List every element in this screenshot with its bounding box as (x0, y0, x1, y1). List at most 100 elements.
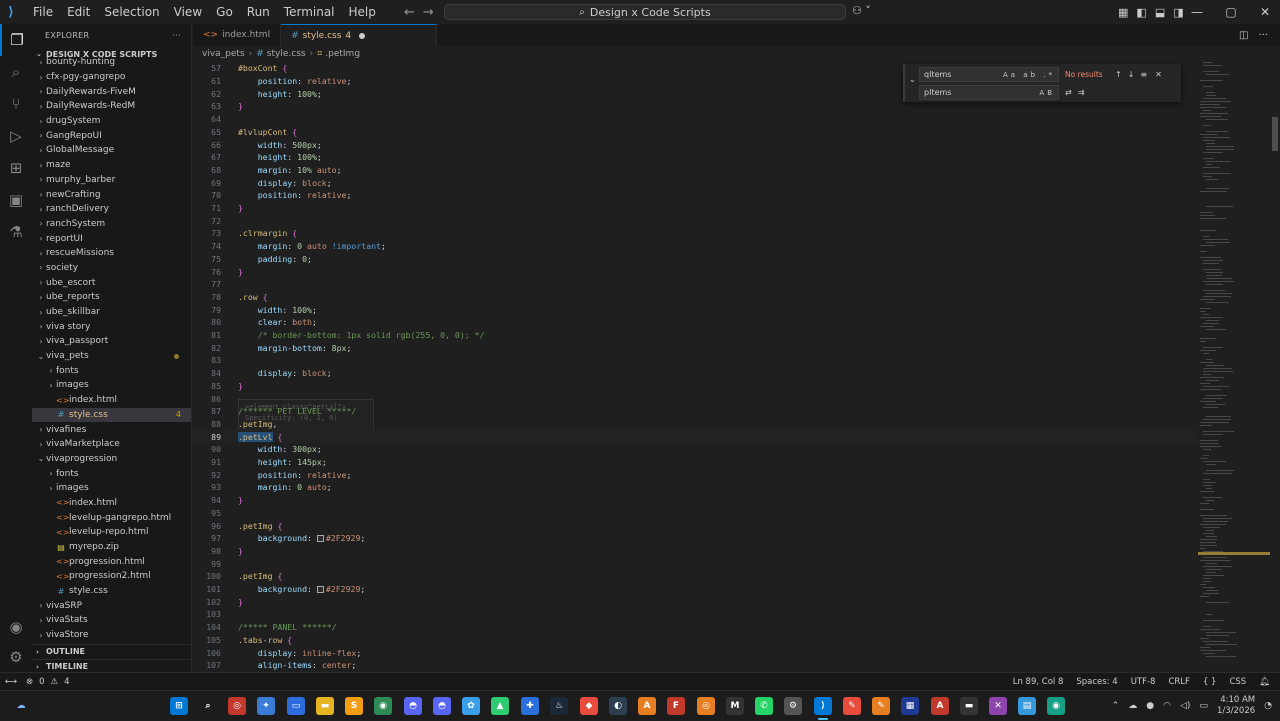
end-of-line[interactable]: CRLF (1168, 677, 1189, 687)
code-line[interactable]: 86 (193, 392, 1198, 405)
code-line[interactable]: 90 width: 300px; (193, 443, 1198, 456)
app-icon[interactable]: ✿ (462, 697, 480, 715)
breadcrumb-file[interactable]: style.css (267, 49, 306, 59)
code-line[interactable]: 85} (193, 380, 1198, 393)
tree-item[interactable]: › GlobalMessage (32, 143, 191, 158)
tree-item[interactable]: › images (32, 378, 191, 393)
tree-item[interactable]: # style.css (32, 584, 191, 599)
menu-help[interactable]: Help (342, 0, 383, 24)
code-editor[interactable]: <element class="petLvl"> Specificity: (0… (193, 62, 1198, 672)
app-icon[interactable]: ▤ (1018, 697, 1036, 715)
tray-app-icon[interactable]: ☁ (1128, 701, 1137, 711)
code-line[interactable]: 77 (193, 278, 1198, 291)
app-icon[interactable]: ◐ (609, 697, 627, 715)
tree-item[interactable]: ⌄ vivaprogression (32, 452, 191, 467)
minimize-icon[interactable]: — (1180, 5, 1214, 19)
vertical-scrollbar[interactable] (1270, 62, 1280, 672)
tree-item[interactable]: <> index.html (32, 496, 191, 511)
code-line[interactable]: 79 width: 100%; (193, 303, 1198, 316)
tree-item[interactable]: <> levelup-gangrepo.html (32, 510, 191, 525)
tab-index-html[interactable]: <> index.html (193, 24, 282, 46)
code-line[interactable]: 73 .clrmargin { (193, 227, 1198, 240)
app-icon[interactable]: ✎ (872, 697, 890, 715)
vscode-icon[interactable]: ⟩ (814, 697, 832, 715)
menu-edit[interactable]: Edit (60, 0, 97, 24)
tree-item[interactable]: › GangRepoUI (32, 128, 191, 143)
account-icon[interactable]: ◉ (0, 612, 32, 642)
battery-icon[interactable]: ▭ (1199, 701, 1208, 711)
tree-item[interactable]: › vivaSRP (32, 598, 191, 613)
timeline-section[interactable]: › TIMELINE (32, 659, 191, 672)
remote-indicator-icon[interactable]: ⟷ (0, 677, 22, 687)
tree-item[interactable]: › viva story (32, 319, 191, 334)
toggle-replace-chevron-icon[interactable]: ⌄ (909, 75, 916, 84)
code-line[interactable]: 71} (193, 202, 1198, 215)
copilot-icon[interactable]: ⚇ ˅ (852, 4, 871, 17)
app-icon[interactable]: ◉ (1047, 697, 1065, 715)
outline-section[interactable]: › OUTLINE (32, 644, 191, 658)
find-in-selection-icon[interactable]: ≡ (1140, 70, 1147, 79)
code-line[interactable]: 107 align-items: center; (193, 659, 1198, 672)
tree-item[interactable]: › vivafines (32, 422, 191, 437)
toggle-panel-icon[interactable]: ⬓ (1155, 6, 1165, 19)
notifications-bell-icon[interactable]: 🔔︎ (1259, 677, 1270, 687)
code-line[interactable]: 88 .petImg, (193, 418, 1198, 431)
discord-icon[interactable]: ◓ (433, 697, 451, 715)
wifi-icon[interactable]: ◠ (1163, 701, 1171, 711)
tree-item[interactable]: <> progression2.html (32, 569, 191, 584)
code-line[interactable]: 84 display: block; (193, 367, 1198, 380)
code-line[interactable]: 64 (193, 113, 1198, 126)
copilot-icon[interactable]: ✦ (257, 697, 275, 715)
code-line[interactable]: 74 margin: 0 auto !important; (193, 240, 1198, 253)
clock[interactable]: 4:10 AM 1/3/2026 (1217, 695, 1255, 717)
tree-item[interactable]: › fonts (32, 363, 191, 378)
tree-item[interactable]: <> levelup-repo.html (32, 525, 191, 540)
tree-item[interactable]: › DailyRewards-RedM (32, 99, 191, 114)
notification-center-icon[interactable]: ◔ (1264, 701, 1272, 711)
replace-icon[interactable]: ⇄ (1065, 88, 1072, 97)
code-line[interactable]: 82 margin-bottom: 8px; (193, 341, 1198, 354)
tree-item[interactable]: <> index.html (32, 393, 191, 408)
code-line[interactable]: 68 margin: 10% auto; (193, 164, 1198, 177)
find-options[interactable]: Aa ab .* (1003, 71, 1055, 79)
code-line[interactable]: 78 .row { (193, 291, 1198, 304)
problems-indicator[interactable]: ⊗ 0 ⚠ 4 (26, 677, 70, 687)
next-match-icon[interactable]: ↓ (1128, 70, 1135, 79)
indentation[interactable]: Spaces: 4 (1076, 677, 1117, 687)
remote-explorer-icon[interactable]: ▣ (0, 184, 32, 216)
back-arrow-icon[interactable]: ← (404, 5, 415, 20)
app-icon[interactable]: M (726, 697, 744, 715)
code-line[interactable]: 66 width: 500px; (193, 138, 1198, 151)
code-line[interactable]: 99 (193, 557, 1198, 570)
code-line[interactable]: 83 (193, 354, 1198, 367)
menu-run[interactable]: Run (240, 0, 277, 24)
app-icon[interactable]: ⚙ (784, 697, 802, 715)
app-icon[interactable]: ◎ (228, 697, 246, 715)
discord-icon[interactable]: ◓ (404, 697, 422, 715)
code-line[interactable]: 70 position: relative; (193, 189, 1198, 202)
language-mode[interactable]: CSS (1229, 677, 1246, 687)
code-line[interactable]: 81 /* border-bottom: 1px solid rgb(255, … (193, 329, 1198, 342)
find-input[interactable]: qItems Aa ab .* (919, 67, 1059, 82)
code-line[interactable]: 91 height: 145px; (193, 456, 1198, 469)
code-line[interactable]: 76} (193, 265, 1198, 278)
close-icon[interactable]: ✕ (1248, 5, 1280, 19)
extensions-icon[interactable]: ⊞ (0, 152, 32, 184)
code-line[interactable]: 69 display: block; (193, 176, 1198, 189)
close-find-icon[interactable]: ✕ (1155, 70, 1162, 79)
customize-layout-icon[interactable]: ▦ (1118, 6, 1128, 19)
tree-item[interactable]: › ube_escort (32, 275, 191, 290)
chrome-icon[interactable]: ◉ (374, 697, 392, 715)
tray-chevron-icon[interactable]: ⌃ (1112, 701, 1120, 711)
scrollbar-thumb[interactable] (1272, 117, 1278, 151)
forward-arrow-icon[interactable]: → (423, 5, 434, 20)
tree-item[interactable]: <> progression.html (32, 554, 191, 569)
tree-item[interactable]: › newCrafting (32, 187, 191, 202)
code-line[interactable]: 98} (193, 545, 1198, 558)
braces-icon[interactable]: { } (1203, 677, 1217, 687)
tree-item[interactable]: › drugSystem (32, 114, 191, 129)
source-control-icon[interactable]: ⑂ (0, 88, 32, 120)
tree-item[interactable]: ⌄ viva_pets (32, 349, 191, 364)
code-line[interactable]: 89 .petLvl { (193, 430, 1198, 443)
tree-item[interactable]: › cfx-pgy-gangrepo (32, 70, 191, 85)
